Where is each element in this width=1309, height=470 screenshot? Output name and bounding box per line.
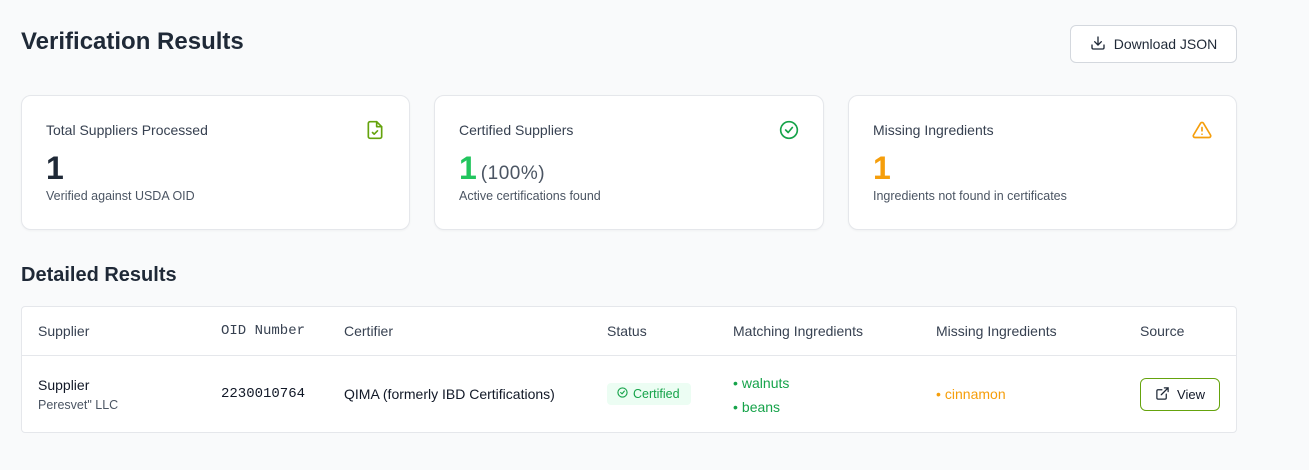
status-badge: Certified <box>607 383 691 405</box>
missing-ingredient: cinnamon <box>944 386 1006 402</box>
certified-suppliers-card: Certified Suppliers 1 (100%) Active certi… <box>434 95 824 230</box>
certified-suppliers-subtitle: Active certifications found <box>459 189 601 203</box>
certified-suppliers-value-wrap: 1 (100%) <box>459 148 545 194</box>
header-divider <box>22 355 1236 356</box>
page-title: Verification Results <box>21 28 244 55</box>
check-circle-small-icon <box>617 387 628 401</box>
results-table: Supplier OID Number Certifier Status Mat… <box>21 306 1237 433</box>
missing-ingredients-subtitle: Ingredients not found in certificates <box>873 189 1067 203</box>
check-circle-icon <box>779 120 799 140</box>
total-suppliers-value: 1 <box>46 150 64 186</box>
view-source-label: View <box>1177 387 1205 402</box>
missing-ingredients-value: 1 <box>873 150 891 186</box>
column-header-certifier: Certifier <box>344 323 394 339</box>
supplier-subname: Peresvet" LLC <box>38 398 119 412</box>
column-header-oid-number: OID Number <box>221 323 306 339</box>
oid-number: 2230010764 <box>221 386 306 402</box>
certified-suppliers-title: Certified Suppliers <box>459 122 574 138</box>
download-json-label: Download JSON <box>1113 36 1218 52</box>
certifier-name: QIMA (formerly IBD Certifications) <box>344 386 555 402</box>
list-item: • walnuts <box>733 375 790 391</box>
certified-suppliers-value: 1 <box>459 150 477 186</box>
matching-ingredient: walnuts <box>741 375 790 391</box>
matching-ingredients-list: • walnuts • beans <box>733 373 789 421</box>
status-label: Certified <box>633 387 680 401</box>
detailed-results-title: Detailed Results <box>21 264 177 286</box>
column-header-matching-ingredients: Matching Ingredients <box>733 323 863 339</box>
column-header-missing-ingredients: Missing Ingredients <box>936 323 1057 339</box>
missing-ingredients-list: • cinnamon <box>936 386 1006 402</box>
list-item: • beans <box>733 399 781 415</box>
external-link-icon <box>1155 386 1170 404</box>
supplier-name: Supplier <box>38 377 90 393</box>
view-source-button[interactable]: View <box>1140 378 1220 411</box>
column-header-status: Status <box>607 323 647 339</box>
matching-ingredient: beans <box>741 399 781 415</box>
total-suppliers-card: Total Suppliers Processed 1 Verified aga… <box>21 95 410 230</box>
missing-ingredients-card: Missing Ingredients 1 Ingredients not fo… <box>848 95 1237 230</box>
missing-ingredients-title: Missing Ingredients <box>873 122 994 138</box>
total-suppliers-subtitle: Verified against USDA OID <box>46 189 195 203</box>
warning-triangle-icon <box>1192 120 1212 140</box>
file-check-icon <box>365 120 385 140</box>
download-json-button[interactable]: Download JSON <box>1070 25 1237 63</box>
column-header-source: Source <box>1140 323 1185 339</box>
total-suppliers-title: Total Suppliers Processed <box>46 122 208 138</box>
certified-suppliers-percent: (100%) <box>480 163 546 184</box>
download-icon <box>1090 35 1106 54</box>
column-header-supplier: Supplier <box>38 323 90 339</box>
